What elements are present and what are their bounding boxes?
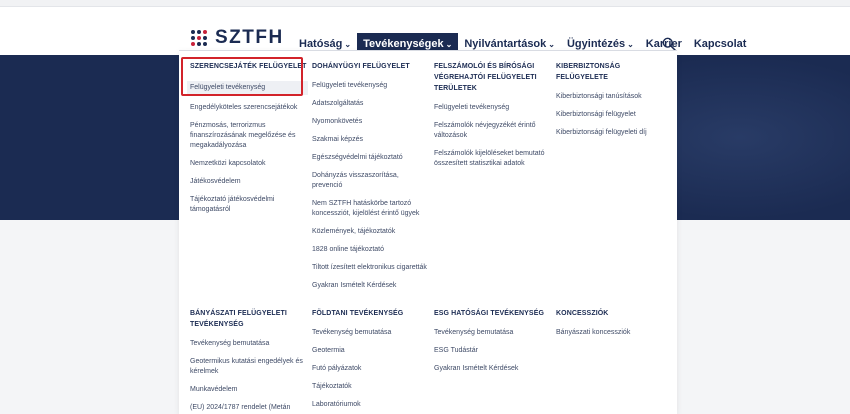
menu-link[interactable]: Tájékoztatók	[312, 382, 430, 392]
column-heading: ESG HATÓSÁGI TEVÉKENYSÉG	[434, 310, 545, 317]
menu-link[interactable]: Felügyeleti tevékenység	[434, 103, 552, 113]
site-header: SZTFH Hatóság ⌄ Tevékenységek ⌄ Nyilvántar…	[0, 7, 850, 56]
menu-link[interactable]: Engedélyköteles szerencsejátékok	[190, 103, 308, 113]
column-heading: KONCESSZIÓK	[556, 310, 609, 317]
nav-label: Nyilvántartások	[464, 38, 547, 50]
menu-link[interactable]: Felszámolók kijelöléseket bemutató össze…	[434, 149, 552, 169]
menu-link[interactable]: Játékosvédelem	[190, 177, 308, 187]
menu-link[interactable]: Geotermia	[312, 346, 430, 356]
menu-link[interactable]: Gyakran Ismételt Kérdések	[434, 364, 552, 374]
menu-link[interactable]: Gyakran Ismételt Kérdések	[312, 281, 430, 291]
menu-link[interactable]: Egészségvédelmi tájékoztató	[312, 153, 430, 163]
logo-text: SZTFH	[215, 27, 284, 48]
menu-link[interactable]: Laboratóriumok	[312, 400, 430, 410]
menu-link[interactable]: Tiltott ízesített elektronikus cigarettá…	[312, 263, 430, 273]
menu-link[interactable]: Bányászati koncessziók	[556, 328, 674, 338]
menu-link[interactable]: Tevékenység bemutatása	[434, 328, 552, 338]
menu-link[interactable]: Kiberbiztonsági felügyeleti díj	[556, 128, 674, 138]
menu-link[interactable]: Felügyeleti tevékenység	[312, 81, 430, 91]
nav-label: Kapcsolat	[693, 38, 747, 50]
menu-link[interactable]: Adatszolgáltatás	[312, 99, 430, 109]
menu-column-felszamoloi: FELSZÁMOLÓI ÉS BÍRÓSÁGI VÉGREHAJTÓI FELÜ…	[434, 61, 552, 177]
column-heading: DOHÁNYÜGYI FELÜGYELET	[312, 63, 410, 70]
menu-link[interactable]: Szakmai képzés	[312, 135, 430, 145]
highlight-box	[181, 57, 303, 96]
menu-link[interactable]: Futó pályázatok	[312, 364, 430, 374]
menu-link[interactable]: Nemzetközi kapcsolatok	[190, 159, 308, 169]
menu-link[interactable]: Kiberbiztonsági tanúsítások	[556, 92, 674, 102]
chevron-down-icon: ⌄	[445, 40, 453, 49]
nav-label: Ügyintézés	[566, 38, 626, 50]
menu-link[interactable]: Tájékoztató játékosvédelmi támogatásról	[190, 195, 308, 215]
top-strip	[0, 0, 850, 7]
mega-menu: SZERENCSEJÁTÉK FELÜGYELET Felügyeleti te…	[179, 50, 677, 414]
menu-link[interactable]: Dohányzás visszaszorítása, prevenció	[312, 171, 430, 191]
menu-link[interactable]: Közlemények, tájékoztatók	[312, 227, 430, 237]
menu-link[interactable]: (EU) 2024/1787 rendelet (Metán	[190, 403, 308, 413]
logo-dots-icon	[191, 30, 207, 46]
menu-link[interactable]: Tevékenység bemutatása	[312, 328, 430, 338]
column-heading: FELSZÁMOLÓI ÉS BÍRÓSÁGI VÉGREHAJTÓI FELÜ…	[434, 63, 537, 92]
column-heading: KIBERBIZTONSÁG FELÜGYELETE	[556, 63, 621, 81]
nav-label: Hatóság	[299, 38, 343, 50]
search-icon[interactable]	[662, 37, 676, 51]
menu-column-banyaszati: BÁNYÁSZATI FELÜGYELETI TEVÉKENYSÉG Tevék…	[190, 308, 308, 414]
nav-item-kapcsolat[interactable]: Kapcsolat	[688, 33, 753, 56]
column-heading: BÁNYÁSZATI FELÜGYELETI TEVÉKENYSÉG	[190, 310, 287, 328]
chevron-down-icon: ⌄	[344, 40, 352, 49]
menu-link[interactable]: Nyomonkövetés	[312, 117, 430, 127]
nav-label: Tevékenységek	[363, 38, 444, 50]
site-logo[interactable]: SZTFH	[191, 27, 284, 48]
menu-link[interactable]: Felszámolók névjegyzékét érintő változás…	[434, 121, 552, 141]
menu-column-foldtani: FÖLDTANI TEVÉKENYSÉG Tevékenység bemutat…	[312, 308, 430, 414]
menu-link[interactable]: Geotermikus kutatási engedélyek és kérel…	[190, 357, 308, 377]
menu-link[interactable]: Nem SZTFH hatáskörbe tartozó koncessziót…	[312, 199, 430, 219]
menu-link[interactable]: 1828 online tájékoztató	[312, 245, 430, 255]
menu-column-kiberbiztonsag: KIBERBIZTONSÁG FELÜGYELETE Kiberbiztonsá…	[556, 61, 674, 146]
menu-column-esg: ESG HATÓSÁGI TEVÉKENYSÉG Tevékenység bem…	[434, 308, 552, 382]
chevron-down-icon: ⌄	[627, 40, 634, 49]
menu-column-koncessziok: KONCESSZIÓK Bányászati koncessziók	[556, 308, 674, 346]
column-heading: FÖLDTANI TEVÉKENYSÉG	[312, 310, 404, 317]
menu-column-dohanyugyi: DOHÁNYÜGYI FELÜGYELET Felügyeleti tevéke…	[312, 61, 430, 299]
menu-link[interactable]: ESG Tudástár	[434, 346, 552, 356]
menu-link[interactable]: Kiberbiztonsági felügyelet	[556, 110, 674, 120]
menu-link[interactable]: Tevékenység bemutatása	[190, 339, 308, 349]
chevron-down-icon: ⌄	[548, 40, 555, 49]
menu-link[interactable]: Munkavédelem	[190, 385, 308, 395]
menu-link[interactable]: Pénzmosás, terrorizmus finanszírozásának…	[190, 121, 308, 151]
